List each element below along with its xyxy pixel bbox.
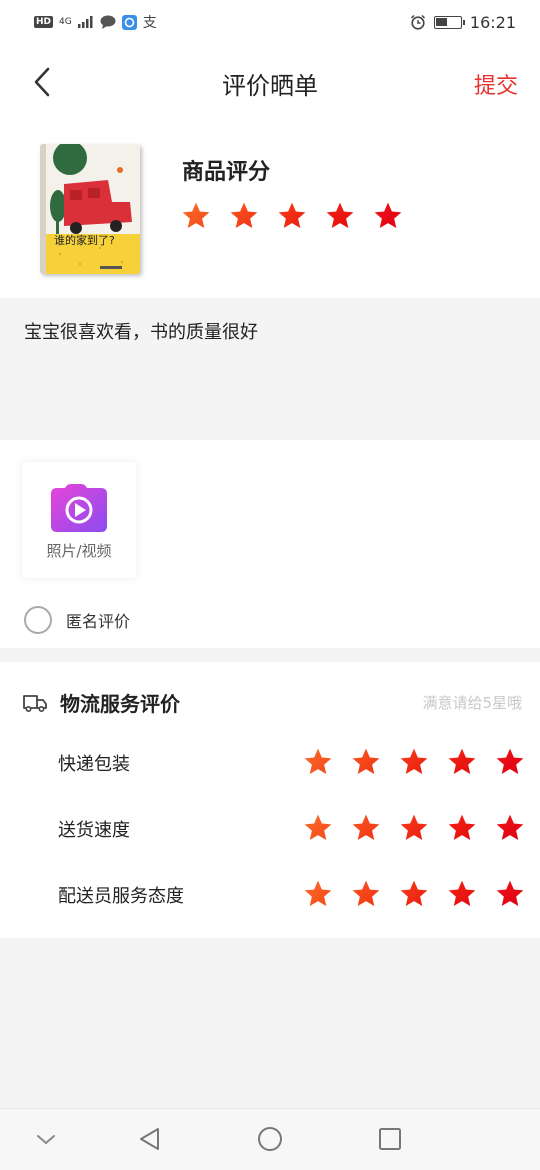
comment-textarea[interactable]: 宝宝很喜欢看，书的质量很好 [0,298,540,440]
chevron-left-icon [34,67,50,97]
alarm-icon [410,14,425,30]
signal-icon [77,16,93,28]
recent-apps-icon[interactable] [376,1125,404,1153]
product-rating-section: 谁的家到了? 商品评分 [0,122,540,298]
nav-bar: 评价晒单 提交 [0,44,540,122]
clock: 16:21 [469,12,516,32]
star-icon[interactable] [350,812,382,844]
rating-row-delivery-speed: 送货速度 [0,808,540,848]
status-bar: HD 4G 支 16:21 [0,0,540,44]
truck-icon [23,694,47,712]
delivery-speed-star-rating[interactable] [302,812,526,844]
rating-row-label: 配送员服务态度 [58,886,184,907]
star-icon[interactable] [398,746,430,778]
anonymous-toggle[interactable]: 匿名评价 [24,606,130,634]
anonymous-label: 匿名评价 [66,612,131,631]
star-icon[interactable] [302,746,334,778]
back-triangle-icon[interactable] [136,1125,164,1153]
star-icon[interactable] [228,200,260,232]
system-nav-bar [0,1108,540,1170]
book-cover-title: 谁的家到了? [54,233,115,247]
packaging-star-rating[interactable] [302,746,526,778]
courier-service-star-rating[interactable] [302,878,526,910]
product-image[interactable]: 谁的家到了? [40,144,140,274]
alipay-icon: 支 [142,15,157,31]
hd-icon: HD [34,16,54,28]
status-left: HD 4G 支 [34,12,157,32]
rating-row-courier-service: 配送员服务态度 [0,874,540,914]
star-icon[interactable] [398,812,430,844]
star-icon[interactable] [180,200,212,232]
logistics-rating-section: 物流服务评价 满意请给5星哦 快递包装 送货速度 配送员服务态度 [0,662,540,938]
star-icon[interactable] [372,200,404,232]
battery-icon [433,15,465,29]
network-type: 4G [59,17,72,27]
photo-video-upload-button[interactable]: 照片/视频 [22,462,136,578]
star-icon[interactable] [494,878,526,910]
product-star-rating[interactable] [180,200,404,232]
rating-row-label: 快递包装 [58,754,130,775]
message-icon [100,15,116,29]
status-right: 16:21 [410,13,516,32]
app-icon [121,14,137,30]
media-section: 照片/视频 匿名评价 [0,440,540,648]
star-icon[interactable] [350,878,382,910]
rating-row-packaging: 快递包装 [0,742,540,782]
rating-row-label: 送货速度 [58,820,130,841]
star-icon[interactable] [302,812,334,844]
star-icon[interactable] [446,878,478,910]
home-circle-icon[interactable] [256,1125,284,1153]
logistics-title: 物流服务评价 [60,692,180,716]
anonymous-radio[interactable] [24,606,52,634]
star-icon[interactable] [324,200,356,232]
submit-button[interactable]: 提交 [474,68,518,100]
star-icon[interactable] [446,746,478,778]
star-icon[interactable] [446,812,478,844]
product-rating-title: 商品评分 [182,160,271,185]
camera-video-icon [51,484,107,532]
star-icon[interactable] [398,878,430,910]
logistics-header: 物流服务评价 [22,688,180,717]
star-icon[interactable] [302,878,334,910]
logistics-hint: 满意请给5星哦 [422,694,522,712]
upload-label: 照片/视频 [46,542,112,560]
page-title: 评价晒单 [222,71,318,100]
star-icon[interactable] [350,746,382,778]
star-icon[interactable] [494,812,526,844]
comment-text: 宝宝很喜欢看，书的质量很好 [24,322,258,343]
chevron-down-icon[interactable] [32,1125,60,1153]
star-icon[interactable] [276,200,308,232]
star-icon[interactable] [494,746,526,778]
back-button[interactable] [24,64,60,100]
